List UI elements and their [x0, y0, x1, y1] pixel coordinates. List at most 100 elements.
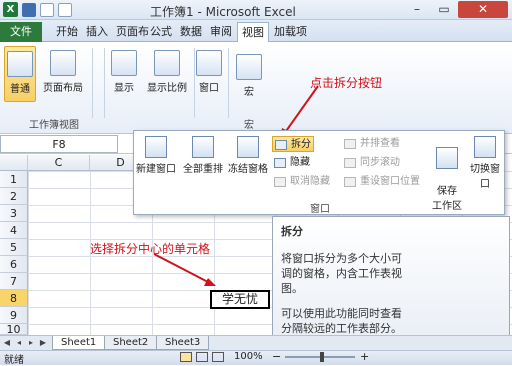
page-layout-status-icon[interactable] — [196, 352, 208, 362]
row-header[interactable]: 1 — [0, 171, 28, 188]
show-label: 显示 — [114, 83, 134, 94]
zoom-label: 显示比例 — [147, 83, 187, 94]
zoom-level[interactable]: 100% — [234, 351, 263, 362]
reset-position-label: 重设窗口位置 — [360, 176, 420, 187]
divider — [228, 48, 229, 118]
sheet-tab-1[interactable]: Sheet1 — [52, 336, 106, 350]
normal-view-icon — [7, 51, 33, 77]
row-header[interactable]: 9 — [0, 307, 28, 324]
sheet-tab-2[interactable]: Sheet2 — [104, 336, 158, 350]
reset-window-position-button[interactable]: 重设窗口位置 — [342, 174, 426, 190]
name-box[interactable]: F8 — [0, 135, 118, 153]
window-label: 窗口 — [199, 83, 219, 94]
minimize-button[interactable]: – — [404, 1, 430, 18]
sync-scroll-button[interactable]: 同步滚动 — [342, 155, 412, 171]
active-cell[interactable]: 学无忧 — [210, 290, 270, 309]
normal-view-status-icon[interactable] — [180, 352, 192, 362]
window-title: 工作簿1 - Microsoft Excel — [150, 5, 296, 19]
new-window-button[interactable]: 新建窗口 — [136, 136, 176, 175]
prev-sheet-icon[interactable]: ◂ — [14, 337, 24, 348]
tab-home[interactable]: 开始 — [52, 22, 82, 42]
normal-view-label: 普通 — [10, 84, 30, 95]
tab-data[interactable]: 数据 — [176, 22, 206, 42]
new-window-icon — [145, 136, 167, 158]
page-layout-icon — [50, 50, 76, 76]
macro-icon — [236, 54, 262, 80]
close-button[interactable]: ✕ — [458, 1, 508, 18]
first-sheet-icon[interactable]: ◀ — [2, 337, 12, 348]
tab-insert[interactable]: 插入 — [82, 22, 112, 42]
unhide-label: 取消隐藏 — [290, 176, 330, 187]
freeze-panes-icon — [237, 136, 259, 158]
normal-view-button[interactable]: 普通 — [4, 46, 36, 102]
window-button[interactable]: 窗口 — [196, 46, 222, 102]
split-icon — [275, 140, 287, 150]
group-label-window: 窗口 — [310, 204, 330, 215]
undo-icon[interactable] — [40, 3, 54, 17]
show-icon — [111, 50, 137, 76]
tab-view[interactable]: 视图 — [237, 22, 269, 43]
freeze-panes-button[interactable]: 冻结窗格 — [228, 136, 268, 175]
group-label-macro: 宏 — [244, 120, 254, 131]
show-button[interactable]: 显示 — [108, 46, 140, 102]
maximize-button[interactable]: ▭ — [431, 1, 457, 18]
tab-review[interactable]: 审阅 — [206, 22, 236, 42]
split-tooltip: 拆分 将窗口拆分为多个大小可调的窗格，内含工作表视图。 可以使用此功能同时查看分… — [272, 216, 510, 346]
page-layout-label: 页面布局 — [43, 83, 83, 94]
arrange-all-button[interactable]: 全部重排 — [180, 136, 226, 175]
select-all-corner[interactable] — [0, 155, 28, 171]
divider — [104, 48, 105, 118]
unhide-icon — [274, 177, 286, 187]
group-label-views: 工作簿视图 — [29, 120, 79, 131]
tab-formulas[interactable]: 公式 — [146, 22, 176, 42]
row-header[interactable]: 2 — [0, 188, 28, 205]
zoom-out-button[interactable]: − — [272, 350, 281, 363]
macro-button[interactable]: 宏 — [234, 46, 264, 102]
zoom-button[interactable]: 显示比例 — [144, 46, 190, 102]
window-icon — [196, 50, 222, 76]
zoom-slider-thumb[interactable] — [320, 352, 324, 362]
switch-windows-icon — [474, 136, 496, 158]
switch-windows-button[interactable]: 切换窗口 — [466, 136, 504, 190]
next-sheet-icon[interactable]: ▸ — [26, 337, 36, 348]
freeze-panes-label: 冻结窗格 — [228, 164, 268, 175]
row-header[interactable]: 4 — [0, 222, 28, 239]
tab-addins[interactable]: 加载项 — [270, 22, 311, 42]
page-layout-view-button[interactable]: 页面布局 — [40, 46, 86, 102]
hide-icon — [274, 158, 286, 168]
hide-button[interactable]: 隐藏 — [272, 155, 322, 171]
sheet-tab-3[interactable]: Sheet3 — [156, 336, 210, 350]
unhide-button[interactable]: 取消隐藏 — [272, 174, 334, 190]
cell-callout-arrow-icon — [153, 253, 216, 286]
hide-label: 隐藏 — [290, 157, 310, 168]
excel-logo-icon: X — [3, 2, 18, 17]
side-by-side-icon — [344, 139, 356, 149]
split-button[interactable]: 拆分 — [272, 136, 314, 152]
page-break-status-icon[interactable] — [212, 352, 224, 362]
last-sheet-icon[interactable]: ▶ — [38, 337, 48, 348]
column-header-c[interactable]: C — [28, 155, 90, 171]
row-header[interactable]: 3 — [0, 205, 28, 222]
arrange-all-icon — [192, 136, 214, 158]
row-header[interactable]: 6 — [0, 256, 28, 273]
view-side-by-side-button[interactable]: 并排查看 — [342, 136, 412, 152]
side-by-side-label: 并排查看 — [360, 138, 400, 149]
new-window-label: 新建窗口 — [136, 164, 176, 175]
zoom-in-button[interactable]: + — [360, 350, 369, 363]
tab-file[interactable]: 文件 — [0, 22, 42, 42]
save-icon[interactable] — [22, 3, 36, 17]
sync-scroll-icon — [344, 158, 356, 168]
tooltip-description: 将窗口拆分为多个大小可调的窗格，内含工作表视图。 — [281, 252, 402, 295]
save-workspace-button[interactable]: 保存 工作区 — [430, 136, 464, 223]
row-header[interactable]: 7 — [0, 273, 28, 290]
sync-scroll-label: 同步滚动 — [360, 157, 400, 168]
row-header-selected[interactable]: 8 — [0, 290, 28, 307]
row-header[interactable]: 5 — [0, 239, 28, 256]
redo-icon[interactable] — [58, 3, 72, 17]
divider — [92, 48, 93, 118]
divider — [194, 48, 195, 118]
save-workspace-label: 保存 工作区 — [432, 186, 462, 212]
macro-label: 宏 — [244, 87, 254, 98]
reset-position-icon — [344, 177, 356, 187]
row-header[interactable]: 10 — [0, 324, 28, 335]
